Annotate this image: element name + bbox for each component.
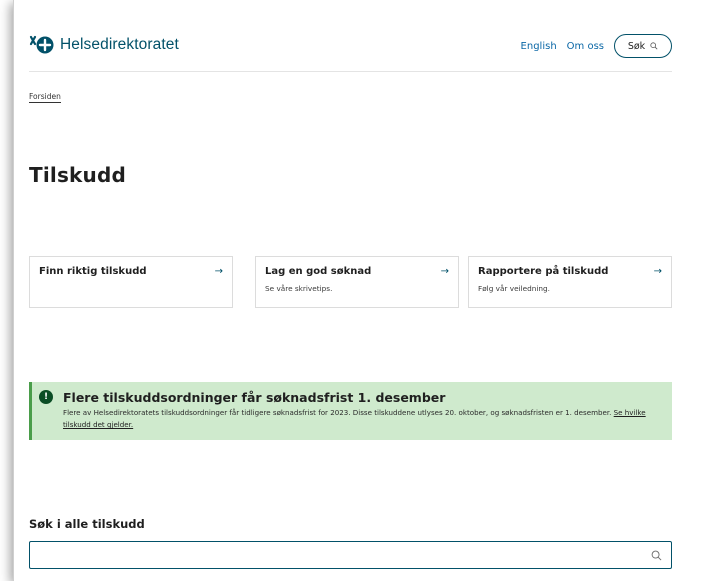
card-subtitle: Følg vår veiledning. (478, 284, 550, 293)
search-button[interactable]: Søk (614, 34, 672, 58)
search-icon (650, 42, 658, 50)
card-finn-riktig-tilskudd[interactable]: Finn riktig tilskudd → (29, 256, 233, 308)
search-heading: Søk i alle tilskudd (29, 517, 145, 531)
search-field[interactable] (29, 541, 672, 569)
breadcrumb-home[interactable]: Forsiden (29, 92, 61, 103)
search-icon[interactable] (651, 550, 662, 561)
alert-title: Flere tilskuddsordninger får søknadsfris… (63, 390, 446, 405)
site-logo[interactable]: Helsedirektoratet (29, 34, 179, 56)
card-title: Lag en god søknad (265, 266, 372, 277)
top-navigation: English Om oss Søk (521, 34, 672, 58)
arrow-right-icon: → (653, 266, 662, 277)
card-title: Rapportere på tilskudd (478, 266, 609, 277)
arrow-right-icon: → (214, 266, 223, 277)
card-title: Finn riktig tilskudd (39, 266, 147, 277)
search-input[interactable] (36, 545, 636, 565)
shortcut-cards: Finn riktig tilskudd → Lag en god søknad… (29, 256, 672, 308)
search-button-label: Søk (627, 40, 646, 52)
alert-body-text: Flere av Helsedirektoratets tilskuddsord… (63, 408, 612, 417)
exclamation-icon: ! (39, 390, 53, 404)
alert-body: Flere av Helsedirektoratets tilskuddsord… (63, 407, 668, 431)
site-header: Helsedirektoratet English Om oss Søk (29, 26, 672, 66)
nav-link-english[interactable]: English (521, 41, 557, 52)
card-subtitle: Se våre skrivetips. (265, 284, 333, 293)
card-rapportere-pa-tilskudd[interactable]: Rapportere på tilskudd Følg vår veiledni… (468, 256, 672, 308)
page-title: Tilskudd (29, 163, 127, 187)
helsedirektoratet-logo-icon (29, 35, 54, 54)
header-divider (29, 71, 672, 72)
info-alert: ! Flere tilskuddsordninger får søknadsfr… (29, 382, 672, 440)
nav-link-om-oss[interactable]: Om oss (567, 41, 604, 52)
arrow-right-icon: → (440, 266, 449, 277)
logo-text: Helsedirektoratet (60, 36, 179, 53)
card-lag-en-god-soknad[interactable]: Lag en god søknad Se våre skrivetips. → (255, 256, 459, 308)
